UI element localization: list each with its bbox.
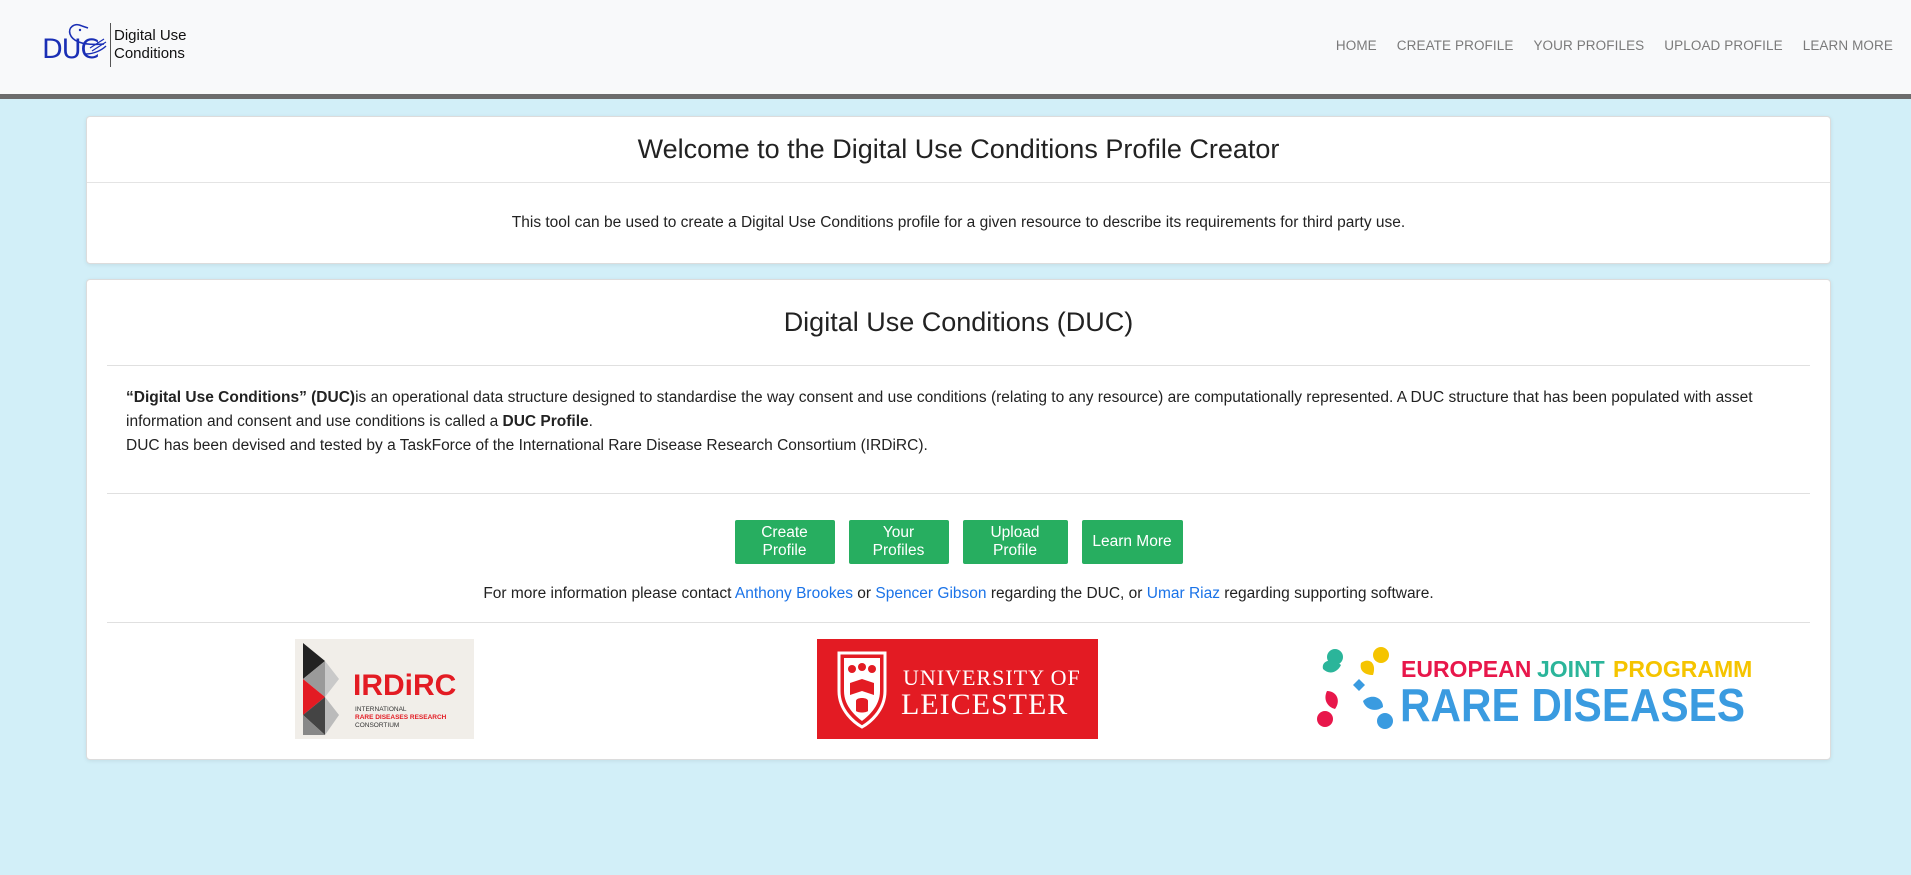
- brand-divider: [110, 23, 111, 67]
- main-nav: HOME CREATE PROFILE YOUR PROFILES UPLOAD…: [1336, 38, 1893, 53]
- contact-link-anthony-brookes[interactable]: Anthony Brookes: [735, 585, 853, 602]
- welcome-card-header: Welcome to the Digital Use Conditions Pr…: [87, 117, 1830, 183]
- contact-mid: regarding the DUC, or: [986, 585, 1147, 602]
- contact-suffix: regarding supporting software.: [1219, 585, 1434, 602]
- svg-text:INTERNATIONAL: INTERNATIONAL: [355, 706, 407, 713]
- irdirc-logo-graphic: IRDiRC INTERNATIONAL RARE DISEASES RESEA…: [303, 643, 456, 735]
- duc-title: Digital Use Conditions (DUC): [107, 280, 1810, 366]
- duc-definition: is an operational data structure designe…: [126, 389, 1753, 430]
- contact-or: or: [852, 585, 876, 602]
- duc-description: “Digital Use Conditions” (DUC)is an oper…: [126, 386, 1794, 458]
- ejp-rare-diseases: RARE DISEASES: [1400, 679, 1745, 731]
- brand-logo[interactable]: DUC Digital Use Conditions: [40, 20, 187, 70]
- svg-text:RARE DISEASES RESEARCH: RARE DISEASES RESEARCH: [355, 714, 447, 721]
- upload-profile-button[interactable]: Upload Profile: [962, 520, 1068, 564]
- irdirc-logo[interactable]: IRDiRC INTERNATIONAL RARE DISEASES RESEA…: [295, 639, 474, 739]
- duc-devised-text: DUC has been devised and tested by a Tas…: [126, 437, 928, 454]
- duc-profile-term: DUC Profile: [502, 413, 589, 430]
- welcome-description: This tool can be used to create a Digita…: [511, 214, 1406, 231]
- brand-name: Digital Use Conditions: [114, 27, 187, 63]
- your-profiles-button[interactable]: Your Profiles: [848, 520, 949, 564]
- action-buttons: Create Profile Your Profiles Upload Prof…: [87, 520, 1830, 564]
- contact-link-umar-riaz[interactable]: Umar Riaz: [1147, 585, 1220, 602]
- create-profile-button[interactable]: Create Profile: [734, 520, 835, 564]
- welcome-title: Welcome to the Digital Use Conditions Pr…: [637, 134, 1280, 164]
- nav-upload-profile[interactable]: UPLOAD PROFILE: [1664, 38, 1782, 53]
- leicester-line-1: UNIVERSITY OF: [903, 665, 1081, 690]
- brand-line-1: Digital Use: [114, 27, 187, 44]
- nav-your-profiles[interactable]: YOUR PROFILES: [1533, 38, 1644, 53]
- divider: [107, 493, 1810, 494]
- contact-info: For more information please contact Anth…: [87, 585, 1830, 603]
- ejp-logo-graphic: EUROPEAN JOINT PROGRAMME RARE DISEASES: [1317, 647, 1768, 731]
- leicester-line-2: LEICESTER: [901, 688, 1068, 721]
- contact-prefix: For more information please contact: [483, 585, 735, 602]
- nav-create-profile[interactable]: CREATE PROFILE: [1397, 38, 1514, 53]
- irdirc-wordmark: IRDiRC: [353, 669, 456, 702]
- learn-more-button[interactable]: Learn More: [1081, 520, 1183, 564]
- svg-text:CONSORTIUM: CONSORTIUM: [355, 722, 399, 729]
- dove-icon: [68, 23, 107, 55]
- divider: [107, 622, 1810, 623]
- nav-learn-more[interactable]: LEARN MORE: [1803, 38, 1893, 53]
- duc-logo-mark: DUC: [40, 20, 108, 70]
- leicester-logo-graphic: UNIVERSITY OF LEICESTER: [837, 651, 1081, 729]
- duc-card: Digital Use Conditions (DUC) “Digital Us…: [86, 279, 1831, 760]
- university-of-leicester-logo[interactable]: UNIVERSITY OF LEICESTER: [817, 639, 1098, 739]
- nav-home[interactable]: HOME: [1336, 38, 1377, 53]
- navbar: DUC Digital Use Conditions HOME CREATE P…: [0, 0, 1911, 99]
- welcome-card: Welcome to the Digital Use Conditions Pr…: [86, 116, 1831, 264]
- ejp-rare-diseases-logo[interactable]: EUROPEAN JOINT PROGRAMME RARE DISEASES: [1313, 639, 1768, 739]
- duc-term: “Digital Use Conditions” (DUC): [126, 389, 356, 406]
- brand-line-2: Conditions: [114, 45, 185, 62]
- contact-link-spencer-gibson[interactable]: Spencer Gibson: [875, 585, 986, 602]
- duc-period: .: [588, 413, 593, 430]
